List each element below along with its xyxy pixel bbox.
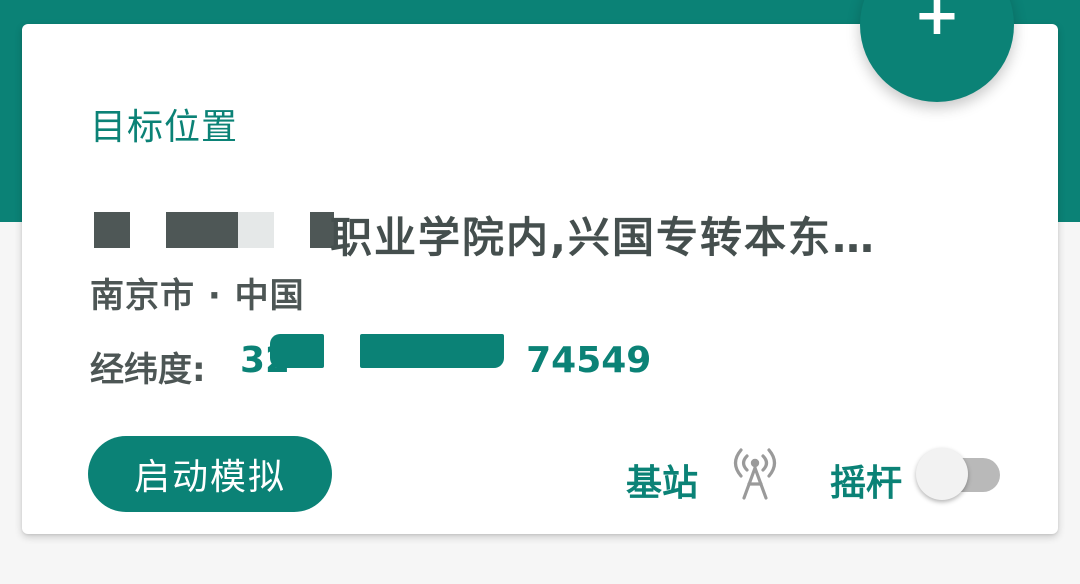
start-simulation-button[interactable]: 启动模拟: [88, 436, 332, 512]
city-country: 南京市 · 中国: [90, 276, 305, 316]
card-title: 目标位置: [90, 107, 239, 148]
redaction-block: [360, 334, 504, 368]
redaction-block: [94, 212, 130, 248]
coordinates-label: 经纬度:: [90, 350, 206, 390]
redaction-block: [270, 334, 324, 368]
joystick-toggle[interactable]: [916, 448, 1008, 500]
cell-tower-icon[interactable]: [730, 446, 780, 500]
cell-station-label[interactable]: 基站: [626, 454, 698, 506]
plus-icon: +: [913, 0, 961, 48]
joystick-label: 摇杆: [830, 463, 903, 504]
coordinates-suffix: 74549: [526, 340, 652, 381]
redaction-block: [238, 212, 274, 248]
address-text: 职业学院内,兴国专转本东…: [330, 213, 876, 260]
target-location-card: + 目标位置 职业学院内,兴国专转本东… 南京市 · 中国 经纬度: 32 745…: [22, 0, 1058, 534]
add-location-button[interactable]: +: [860, 0, 1014, 102]
address-line: 职业学院内,兴国专转本东…: [90, 202, 990, 260]
toggle-thumb: [916, 448, 968, 500]
redaction-block: [166, 212, 238, 248]
